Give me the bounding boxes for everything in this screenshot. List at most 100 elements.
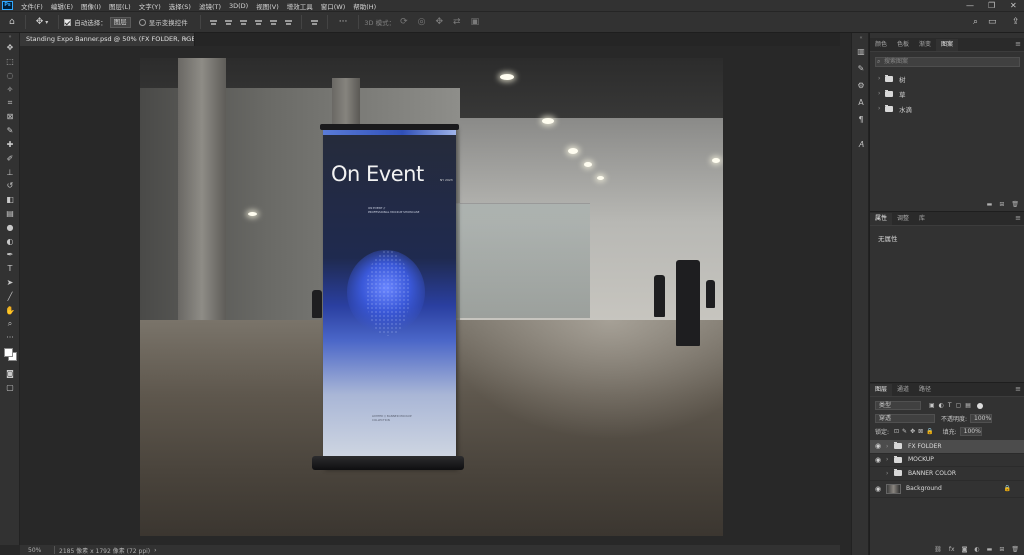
chevron-right-icon[interactable]: › (886, 470, 894, 477)
link-layers-icon[interactable]: ⛓ (934, 546, 942, 553)
panel-menu-icon[interactable]: ≡ (1015, 214, 1021, 222)
align-middle-icon[interactable] (269, 18, 278, 27)
tab-gradients[interactable]: 渐变 (914, 39, 936, 51)
eyedropper-tool-icon[interactable]: ✎ (0, 124, 20, 138)
blur-tool-icon[interactable]: ● (0, 220, 20, 234)
new-group-icon[interactable]: ▬ (987, 546, 993, 553)
3d-scale-icon[interactable]: ▣ (471, 17, 480, 27)
3d-slide-icon[interactable]: ⇄ (453, 17, 461, 27)
more-options-icon[interactable]: ··· (339, 17, 348, 27)
move-tool-icon[interactable]: ✥ (0, 41, 20, 55)
minimize-button[interactable]: — (966, 0, 974, 11)
move-icon[interactable]: ✥ (36, 17, 44, 27)
menu-3d[interactable]: 3D(D) (225, 2, 252, 10)
3d-orbit-icon[interactable]: ⟳ (400, 17, 408, 27)
delete-icon[interactable]: 🗑 (1011, 201, 1019, 208)
align-left-icon[interactable] (209, 18, 218, 27)
menu-layer[interactable]: 图层(L) (105, 1, 135, 11)
tab-libraries[interactable]: 库 (914, 213, 930, 225)
menu-window[interactable]: 窗口(W) (317, 1, 350, 11)
foreground-color-swatch[interactable] (4, 347, 13, 357)
visibility-eye-icon[interactable]: ◉ (870, 442, 886, 450)
tab-swatches[interactable]: 色板 (892, 39, 914, 51)
pen-tool-icon[interactable]: ✒ (0, 248, 20, 262)
marquee-tool-icon[interactable]: ⬚ (0, 55, 20, 69)
dock-collapse-icon[interactable]: « (852, 33, 870, 43)
tab-properties[interactable]: 属性 (870, 213, 893, 225)
toolbar-collapse-icon[interactable]: » (0, 33, 20, 41)
eraser-tool-icon[interactable]: ◧ (0, 193, 20, 207)
list-item[interactable]: › 草 (870, 86, 1024, 101)
pattern-search-input[interactable]: 搜索图案 (875, 57, 1020, 67)
delete-icon[interactable]: 🗑 (1011, 546, 1019, 553)
menu-select[interactable]: 选择(S) (165, 1, 195, 11)
panel-menu-icon[interactable]: ≡ (1015, 40, 1021, 48)
lasso-tool-icon[interactable]: ◌ (0, 69, 20, 83)
add-mask-icon[interactable]: ◙ (962, 546, 968, 553)
glyphs-panel-icon[interactable]: 𝐴 (852, 136, 870, 153)
menu-filter[interactable]: 滤镜(T) (195, 1, 225, 11)
chevron-right-icon[interactable]: › (878, 105, 885, 112)
visibility-eye-icon[interactable]: ◉ (870, 485, 886, 493)
layer-style-icon[interactable]: fx (949, 546, 955, 553)
close-window-button[interactable]: ✕ (1010, 0, 1017, 11)
layer-filter-icons[interactable]: ▣◐T▢▤ (929, 402, 975, 409)
list-item[interactable]: › 树 (870, 71, 1024, 86)
frame-tool-icon[interactable]: ⊠ (0, 110, 20, 124)
more-tools-icon[interactable]: ··· (0, 331, 20, 345)
healing-brush-tool-icon[interactable]: ✚ (0, 138, 20, 152)
opacity-input[interactable]: 100% (970, 414, 993, 423)
tab-adjustments[interactable]: 调整 (892, 213, 914, 225)
adjustment-layer-icon[interactable]: ◐ (974, 546, 979, 553)
canvas-area[interactable]: On Event NY 2023 ON EVENT // PROFESSIONA… (20, 46, 840, 545)
menu-edit[interactable]: 编辑(E) (47, 1, 77, 11)
visibility-eye-icon[interactable]: ◉ (870, 469, 886, 477)
3d-roll-icon[interactable]: ◎ (418, 17, 426, 27)
line-tool-icon[interactable]: ╱ (0, 289, 20, 303)
distribute-icon[interactable] (310, 18, 319, 27)
align-center-icon[interactable] (224, 18, 233, 27)
chevron-right-icon[interactable]: › (878, 75, 885, 82)
menu-image[interactable]: 图像(I) (77, 1, 105, 11)
hand-tool-icon[interactable]: ✋ (0, 303, 20, 317)
new-pattern-icon[interactable]: ⊞ (999, 201, 1004, 208)
document-canvas[interactable]: On Event NY 2023 ON EVENT // PROFESSIONA… (140, 58, 723, 536)
align-right-icon[interactable] (239, 18, 248, 27)
visibility-eye-icon[interactable]: ◉ (870, 456, 886, 464)
blend-mode-dropdown[interactable]: 穿透 (875, 414, 935, 423)
home-icon[interactable]: ⌂ (9, 17, 15, 27)
history-panel-icon[interactable]: ▥ (852, 43, 870, 60)
paragraph-panel-icon[interactable]: ¶ (852, 111, 870, 128)
menu-file[interactable]: 文件(F) (17, 1, 47, 11)
magic-wand-tool-icon[interactable]: ✧ (0, 82, 20, 96)
document-tab[interactable]: Standing Expo Banner.psd @ 50% (FX FOLDE… (20, 33, 195, 46)
new-group-icon[interactable]: ▬ (987, 201, 993, 208)
chevron-right-icon[interactable]: › (886, 443, 894, 450)
path-selection-tool-icon[interactable]: ➤ (0, 276, 20, 290)
tab-color[interactable]: 颜色 (870, 39, 892, 51)
menu-view[interactable]: 视图(V) (252, 1, 283, 11)
auto-select-dropdown[interactable]: 图层 (109, 16, 131, 28)
fill-input[interactable]: 100% (959, 427, 982, 436)
menu-help[interactable]: 帮助(H) (349, 1, 380, 11)
zoom-level[interactable]: 50% (28, 547, 50, 554)
close-icon[interactable]: × (183, 33, 189, 46)
history-brush-tool-icon[interactable]: ↺ (0, 179, 20, 193)
tab-patterns[interactable]: 图案 (936, 39, 959, 51)
workspace-icon[interactable]: ▭ (988, 17, 997, 27)
layer-row[interactable]: ◉ › FX FOLDER (870, 440, 1024, 454)
crop-tool-icon[interactable]: ⌗ (0, 96, 20, 110)
screen-mode-icon[interactable]: ▢ (0, 380, 20, 394)
auto-select-checkbox[interactable] (64, 18, 72, 26)
color-swatches[interactable] (0, 345, 20, 367)
align-bottom-icon[interactable] (284, 18, 293, 27)
share-icon[interactable]: ⇪ (1012, 17, 1020, 27)
tab-paths[interactable]: 路径 (914, 384, 936, 396)
layer-row[interactable]: ◉ › BANNER COLOR (870, 467, 1024, 481)
search-icon[interactable]: ⌕ (973, 17, 978, 27)
align-top-icon[interactable] (254, 18, 263, 27)
stamp-tool-icon[interactable]: ⊥ (0, 165, 20, 179)
status-menu-arrow-icon[interactable]: › (154, 547, 156, 554)
gradient-tool-icon[interactable]: ▤ (0, 207, 20, 221)
brush-settings-icon[interactable]: ✎ (852, 60, 870, 77)
